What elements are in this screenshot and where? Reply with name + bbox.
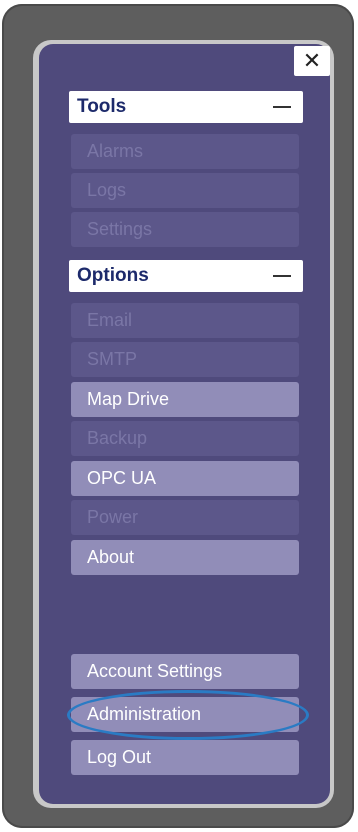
menu-item-about[interactable]: About: [71, 540, 299, 575]
menu-item-label: SMTP: [87, 349, 138, 369]
collapse-icon[interactable]: [273, 275, 291, 277]
options-section-title: Options: [77, 265, 149, 286]
menu-item-label: Alarms: [87, 141, 144, 161]
account-settings-button[interactable]: Account Settings: [71, 654, 299, 689]
menu-item-smtp: SMTP: [71, 342, 299, 377]
tools-section-header[interactable]: Tools: [69, 91, 303, 123]
menu-item-label: Logs: [87, 180, 127, 200]
menu-item-label: Map Drive: [87, 389, 170, 409]
tools-section-title: Tools: [77, 96, 127, 117]
menu-item-label: Power: [87, 507, 139, 527]
menu-item-power: Power: [71, 500, 299, 535]
menu-item-label: Backup: [87, 428, 148, 448]
menu-item-label: About: [87, 547, 135, 567]
menu-item-settings: Settings: [71, 212, 299, 247]
close-button[interactable]: ✕: [294, 46, 330, 76]
administration-button[interactable]: Administration: [71, 697, 299, 732]
menu-item-email: Email: [71, 303, 299, 338]
menu-item-label: OPC UA: [87, 468, 157, 488]
menu-item-opc-ua[interactable]: OPC UA: [71, 461, 299, 496]
menu-item-logs: Logs: [71, 173, 299, 208]
collapse-icon[interactable]: [273, 106, 291, 108]
menu-item-label: Email: [87, 310, 133, 330]
menu-item-alarms: Alarms: [71, 134, 299, 169]
menu-item-label: Account Settings: [87, 661, 223, 681]
menu-item-label: Administration: [87, 704, 202, 724]
menu-item-label: Settings: [87, 219, 153, 239]
menu-item-label: Log Out: [87, 747, 152, 767]
menu-item-backup: Backup: [71, 421, 299, 456]
close-icon: ✕: [302, 48, 322, 73]
menu-item-map-drive[interactable]: Map Drive: [71, 382, 299, 417]
options-section-header[interactable]: Options: [69, 260, 303, 292]
log-out-button[interactable]: Log Out: [71, 740, 299, 775]
